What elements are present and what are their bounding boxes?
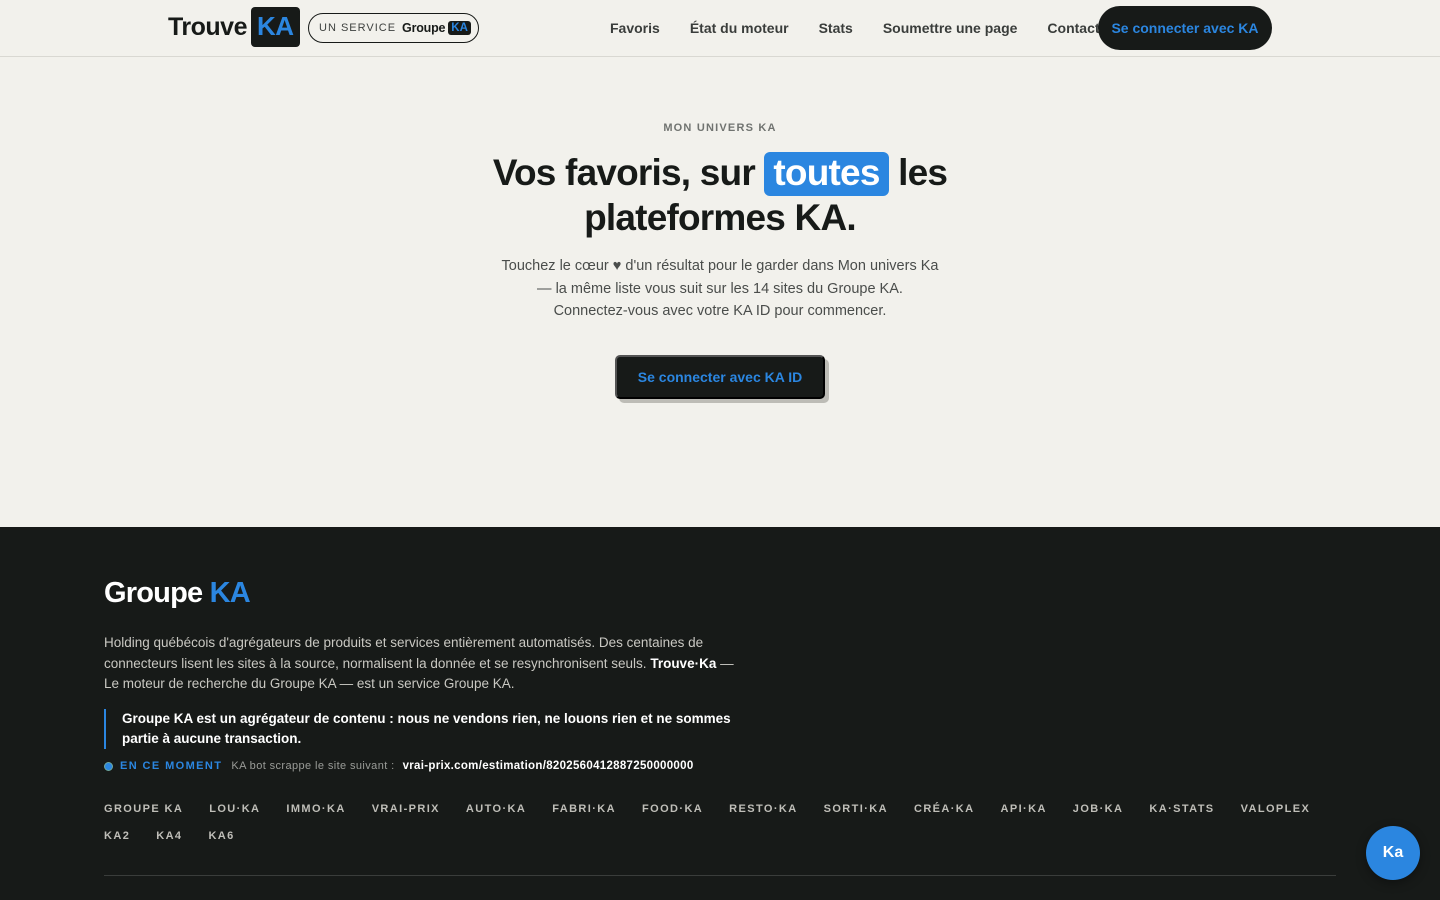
service-prefix: UN SERVICE [319,22,397,34]
logo-badge: KA [250,7,300,47]
nav-contact[interactable]: Contact [1047,20,1099,36]
site-link-api-ka[interactable]: API·KA [1001,802,1047,816]
header-login-button[interactable]: Se connecter avec KA [1098,6,1272,50]
ka-chat-button[interactable]: Ka [1366,826,1420,880]
live-label: EN CE MOMENT [120,760,223,772]
hero-eyebrow: MON UNIVERS KA [663,122,777,134]
logo-text: Trouve [168,12,247,41]
nav-soumettre-page[interactable]: Soumettre une page [883,20,1018,36]
site-link-ka6[interactable]: KA6 [208,829,234,843]
hero-headline: Vos favoris, sur toutes les plateformes … [420,151,1020,239]
site-header: Trouve KA UN SERVICE Groupe KA Favoris É… [0,0,1440,57]
headline-before: Vos favoris, sur [492,152,756,193]
site-link-job-ka[interactable]: JOB·KA [1073,802,1124,816]
hero-section: MON UNIVERS KA Vos favoris, sur toutes l… [0,57,1440,527]
headline-highlight: toutes [764,152,889,196]
footer-divider [104,875,1336,876]
hero-login-button[interactable]: Se connecter avec KA ID [615,355,825,399]
main-nav: Favoris État du moteur Stats Soumettre u… [596,0,1130,56]
groupe-ka-service-badge[interactable]: UN SERVICE Groupe KA [308,13,479,43]
footer-disclaimer: Groupe KA est un agrégateur de contenu :… [104,709,744,749]
footer-description-text: Holding québécois d'agrégateurs de produ… [104,635,704,671]
site-link-ka2[interactable]: KA2 [104,829,130,843]
trouve-ka-logo[interactable]: Trouve KA [168,7,300,47]
service-group: Groupe [402,21,446,35]
site-link-auto-ka[interactable]: AUTO·KA [466,802,526,816]
footer-description-brand: Trouve·Ka [650,655,717,671]
live-url[interactable]: vrai-prix.com/estimation/820256041288725… [403,760,694,772]
site-link-sorti-ka[interactable]: SORTI·KA [824,802,888,816]
site-link-vrai-prix[interactable]: VRAI-PRIX [372,802,440,816]
nav-etat-moteur[interactable]: État du moteur [690,20,789,36]
site-link-groupe-ka[interactable]: GROUPE KA [104,802,183,816]
group-sites-nav: GROUPE KA LOU·KA IMMO·KA VRAI-PRIX AUTO·… [104,802,1344,843]
footer-logo-main: Groupe [104,577,203,609]
service-badge: KA [448,21,471,35]
groupe-ka-logo[interactable]: Groupe KA [104,577,251,610]
nav-stats[interactable]: Stats [819,20,853,36]
site-link-food-ka[interactable]: FOOD·KA [642,802,703,816]
live-text: KA bot scrappe le site suivant : [231,760,395,772]
site-link-resto-ka[interactable]: RESTO·KA [729,802,797,816]
nav-favoris[interactable]: Favoris [610,20,660,36]
site-link-fabri-ka[interactable]: FABRI·KA [552,802,616,816]
live-scrape-status: EN CE MOMENT KA bot scrappe le site suiv… [104,759,694,773]
site-link-immo-ka[interactable]: IMMO·KA [286,802,345,816]
hero-lead: Touchez le cœur ♥ d'un résultat pour le … [501,258,939,319]
site-footer: Groupe KA Holding québécois d'agrégateur… [0,527,1440,900]
site-link-ka-stats[interactable]: KA·STATS [1149,802,1214,816]
site-link-crea-ka[interactable]: CRÉA·KA [914,802,975,816]
site-link-valoplex[interactable]: VALOPLEX [1241,802,1311,816]
footer-logo-accent: KA [209,577,251,609]
footer-description: Holding québécois d'agrégateurs de produ… [104,633,744,695]
site-link-lou-ka[interactable]: LOU·KA [209,802,260,816]
live-dot-icon [104,761,113,771]
site-link-ka4[interactable]: KA4 [156,829,182,843]
